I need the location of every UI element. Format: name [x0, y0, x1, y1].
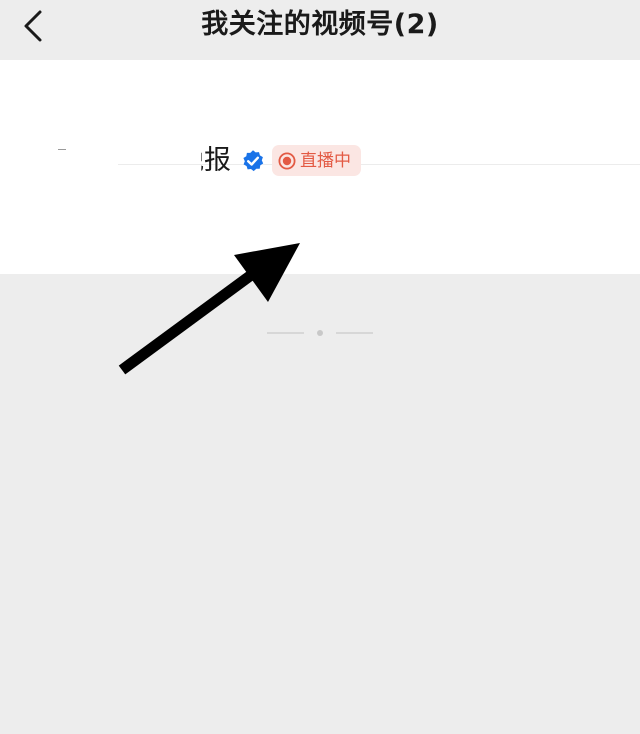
live-status-badge[interactable]: 直播中	[272, 145, 361, 176]
end-of-list-divider	[267, 330, 373, 336]
verified-badge-icon	[243, 150, 264, 172]
live-dot-icon	[278, 152, 296, 169]
page-title: 我关注的视频号(2)	[201, 9, 439, 40]
nav-bar: 我关注的视频号(2)	[0, 0, 640, 60]
live-status-text: 直播中	[300, 150, 351, 171]
avatar	[58, 149, 66, 150]
channel-name[interactable]: 晚报	[190, 145, 231, 177]
